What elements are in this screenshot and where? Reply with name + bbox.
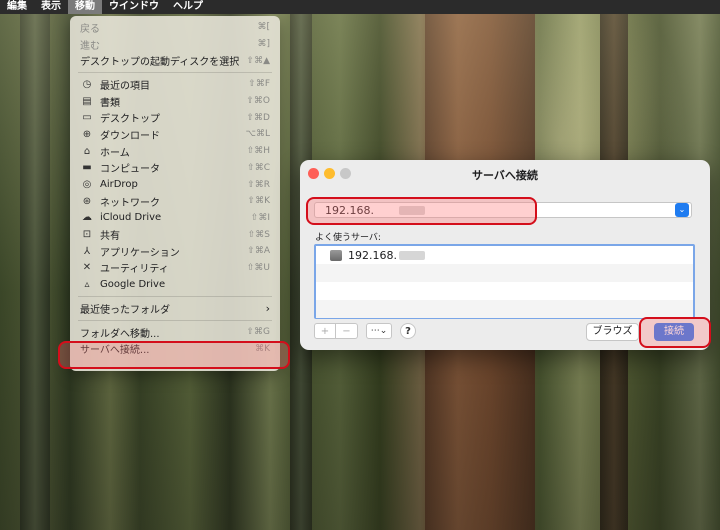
menu-item-label: 最近の項目 [100,80,150,92]
shortcut-label: ⇧⌘R [247,179,270,190]
menu-item-label: 共有 [100,231,120,243]
chevron-right-icon: › [265,301,270,315]
utilities-icon: ✕ [82,262,92,274]
shortcut-label: ⇧⌘S [247,229,270,240]
menu-item-label: Google Drive [100,279,166,291]
shortcut-label: ⌘] [257,39,270,50]
shortcut-label: ⇧⌘C [247,162,270,173]
menu-item-label: 戻る [80,23,100,35]
server-icon [330,249,342,261]
google-drive-icon: ▵ [84,279,90,291]
download-icon: ⊕ [82,128,92,140]
shortcut-label: ⌥⌘L [245,129,270,140]
menu-item-desktop[interactable]: ▭ デスクトップ ⇧⌘D [70,109,280,126]
menu-item-shared[interactable]: ⊡ 共有 ⇧⌘S [70,226,280,243]
applications-icon: ⅄ [83,245,91,257]
menu-item-back[interactable]: 戻る ⌘[ [70,19,280,36]
more-options-button[interactable]: ⋯⌄ [366,323,392,339]
document-icon: ▤ [82,95,92,107]
help-button[interactable]: ? [400,323,416,339]
list-item-empty [316,282,693,300]
menu-item-label: 進む [80,40,100,52]
menu-item-applications[interactable]: ⅄ アプリケーション ⇧⌘A [70,243,280,260]
list-item-empty [316,264,693,282]
shortcut-label: ⇧⌘▲ [246,55,270,66]
tree-trunk [20,0,50,530]
menu-item-label: ホーム [100,147,130,159]
menu-item-label: デスクトップの起動ディスクを選択 [80,57,240,69]
menu-item-downloads[interactable]: ⊕ ダウンロード ⌥⌘L [70,126,280,143]
favorites-label: よく使うサーバ: [315,233,381,243]
menu-item-goto-folder[interactable]: フォルダへ移動... ⇧⌘G [70,324,280,341]
menu-item-label: iCloud Drive [100,212,162,224]
menu-item-label: ユーティリティ [100,264,169,276]
list-item[interactable]: 192.168. [316,246,693,264]
favorite-servers-list[interactable]: 192.168. [314,244,695,319]
shared-folder-icon: ⊡ [82,229,92,241]
shortcut-label: ⇧⌘F [248,79,270,90]
highlight-box [639,317,711,348]
network-icon: ⊛ [82,195,92,207]
redacted-text [398,250,425,260]
favorite-server-address: 192.168. [348,248,397,262]
menu-item-computer[interactable]: ▬ コンピュータ ⇧⌘C [70,160,280,177]
chevron-down-icon[interactable]: ⌄ [675,203,689,217]
menu-window[interactable]: ウインドウ [102,0,166,14]
menu-divider [78,319,272,321]
menu-item-label: AirDrop [100,179,138,191]
menu-item-network[interactable]: ⊛ ネットワーク ⇧⌘K [70,193,280,210]
menu-view[interactable]: 表示 [34,0,68,14]
dialog-title: サーバへ接続 [472,169,538,182]
list-button-bar: + − ⋯⌄ ? [314,323,416,339]
shortcut-label: ⇧⌘A [247,246,270,257]
menu-item-forward[interactable]: 進む ⌘] [70,36,280,53]
menu-item-home[interactable]: ⌂ ホーム ⇧⌘H [70,143,280,160]
menu-edit[interactable]: 編集 [0,0,34,14]
menu-item-recents[interactable]: ◷ 最近の項目 ⇧⌘F [70,76,280,93]
highlight-box [58,341,290,369]
menu-item-label: ネットワーク [100,197,160,209]
clock-icon: ◷ [82,78,92,90]
menu-item-airdrop[interactable]: ◎ AirDrop ⇧⌘R [70,176,280,193]
menu-item-label: デスクトップ [100,114,160,126]
menu-bar: 編集 表示 移動 ウインドウ ヘルプ [0,0,720,14]
menu-item-icloud-drive[interactable]: ☁ iCloud Drive ⇧⌘I [70,210,280,227]
shortcut-label: ⇧⌘H [246,146,270,157]
menu-item-utilities[interactable]: ✕ ユーティリティ ⇧⌘U [70,260,280,277]
menu-divider [78,72,272,74]
menu-item-recent-folders[interactable]: 最近使ったフォルダ › [70,300,280,317]
cloud-icon: ☁ [82,212,92,224]
highlight-box [306,197,537,225]
menu-item-startup-disk[interactable]: デスクトップの起動ディスクを選択 ⇧⌘▲ [70,52,280,69]
menu-item-label: ダウンロード [100,130,160,142]
shortcut-label: ⇧⌘O [246,96,270,107]
menu-item-documents[interactable]: ▤ 書類 ⇧⌘O [70,93,280,110]
home-icon: ⌂ [83,145,91,157]
shortcut-label: ⇧⌘G [246,327,270,338]
shortcut-label: ⇧⌘D [246,112,270,123]
desktop-icon: ▭ [82,112,92,124]
list-item-empty [316,300,693,318]
computer-icon: ▬ [82,162,92,174]
remove-server-button[interactable]: − [336,323,358,339]
menu-item-label: 書類 [100,97,120,109]
shortcut-label: ⇧⌘I [250,212,270,223]
shortcut-label: ⌘[ [257,22,270,33]
go-menu: 戻る ⌘[ 進む ⌘] デスクトップの起動ディスクを選択 ⇧⌘▲ ◷ 最近の項目… [70,16,280,371]
menu-item-label: アプリケーション [100,247,180,259]
airdrop-icon: ◎ [82,179,92,191]
browse-button[interactable]: ブラウズ [586,323,639,341]
menu-item-google-drive[interactable]: ▵ Google Drive [70,276,280,293]
menu-divider [78,296,272,297]
add-server-button[interactable]: + [314,323,336,339]
menu-item-label: コンピュータ [100,164,160,176]
shortcut-label: ⇧⌘U [246,262,270,273]
menu-help[interactable]: ヘルプ [166,0,210,14]
shortcut-label: ⇧⌘K [247,196,270,207]
menu-item-label: 最近使ったフォルダ [80,304,170,316]
dialog-titlebar: サーバへ接続 [300,160,710,186]
menu-item-label: フォルダへ移動... [80,328,160,340]
menu-go[interactable]: 移動 [68,0,102,14]
